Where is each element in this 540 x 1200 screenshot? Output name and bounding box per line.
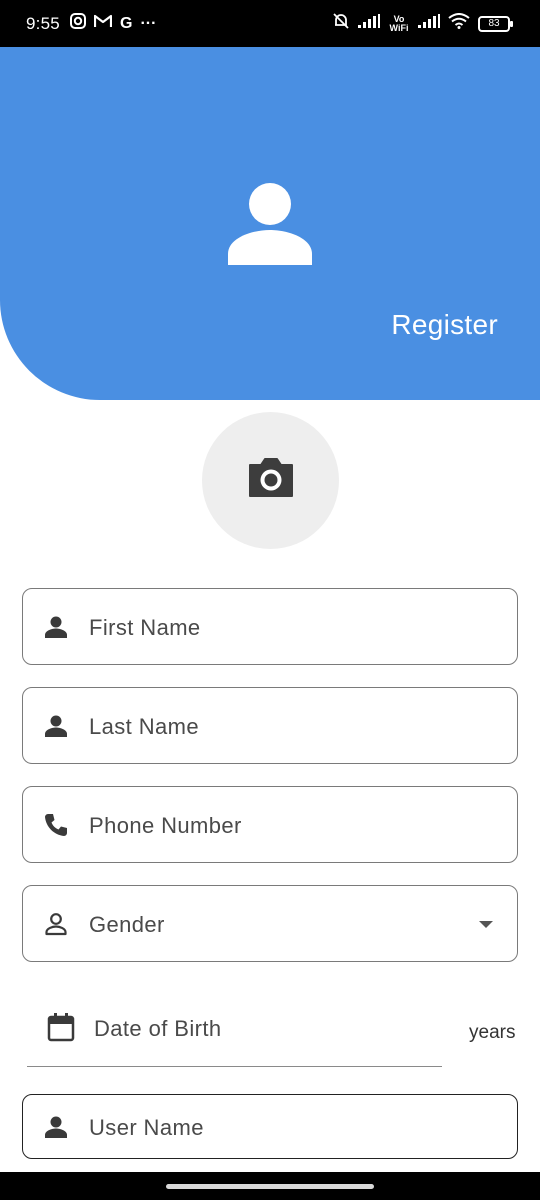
gender-placeholder: Gender [89, 912, 165, 937]
mute-icon [332, 12, 350, 35]
person-icon [43, 1114, 69, 1140]
wifi-icon [448, 13, 470, 34]
date-of-birth-placeholder: Date of Birth [94, 1016, 222, 1041]
header-banner: Register [0, 47, 540, 400]
user-name-placeholder: User Name [89, 1115, 204, 1140]
age-years-label: years [469, 1022, 516, 1043]
gender-dropdown[interactable]: Gender [22, 885, 518, 962]
user-name-field[interactable]: User Name [22, 1094, 518, 1159]
status-time: 9:55 [26, 14, 60, 33]
battery-icon: 83 [478, 15, 513, 32]
phone-number-placeholder: Phone Number [89, 813, 242, 838]
date-of-birth-field[interactable]: Date of Birth [27, 990, 442, 1067]
person-icon [43, 614, 69, 640]
first-name-placeholder: First Name [89, 615, 201, 640]
gmail-icon [93, 14, 113, 33]
signal-icon [418, 14, 440, 33]
system-nav-bar [0, 1172, 540, 1200]
profile-photo-picker[interactable] [202, 412, 339, 549]
person-outline-icon [43, 911, 69, 937]
phone-icon [43, 812, 69, 838]
calendar-icon [47, 1012, 75, 1047]
last-name-placeholder: Last Name [89, 714, 199, 739]
home-gesture-handle[interactable] [166, 1184, 374, 1189]
last-name-field[interactable]: Last Name [22, 687, 518, 764]
signal-icon [358, 14, 380, 33]
first-name-field[interactable]: First Name [22, 588, 518, 665]
chevron-down-icon [479, 921, 493, 928]
more-icon: ··· [140, 14, 157, 32]
status-bar: 9:55 G ··· Vo WiFi 83 [0, 0, 540, 47]
phone-number-field[interactable]: Phone Number [22, 786, 518, 863]
person-avatar-icon [227, 182, 313, 266]
google-icon: G [120, 14, 133, 32]
vowifi-icon: Vo WiFi [389, 13, 409, 33]
instagram-icon [70, 13, 86, 34]
person-icon [43, 713, 69, 739]
page-title: Register [391, 309, 498, 340]
